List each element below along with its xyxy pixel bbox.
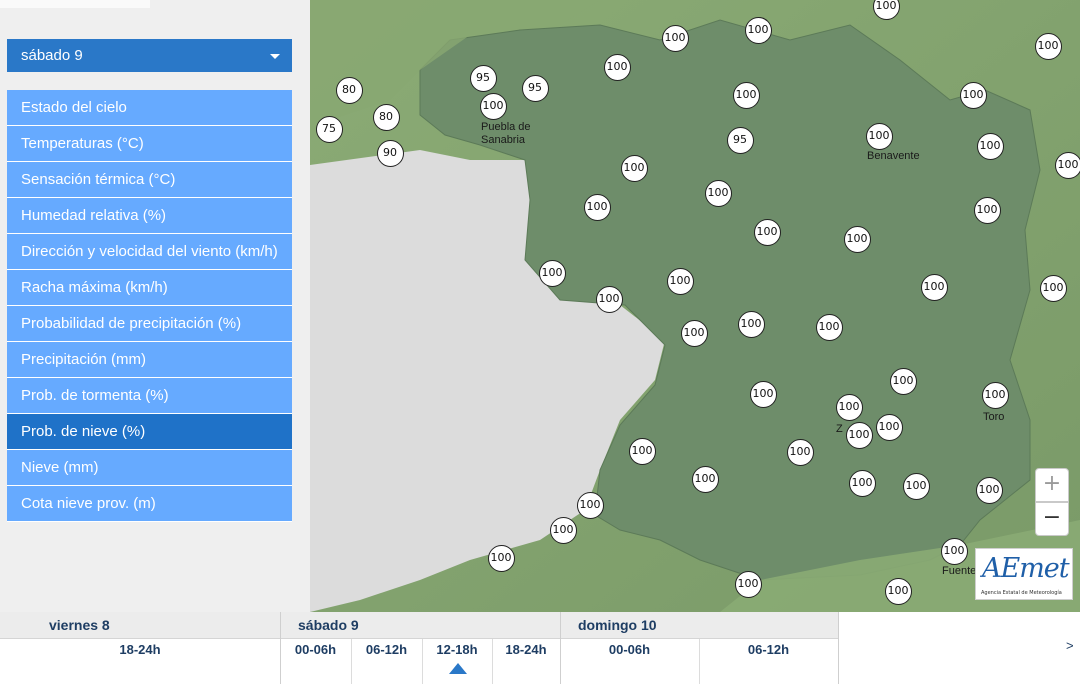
logo-subtitle: Agencia Estatal de Meteorología (981, 590, 1062, 596)
selected-slot-pointer-icon (449, 663, 467, 674)
day-label-domingo[interactable]: domingo 10 (578, 612, 657, 639)
snow-marker[interactable]: 100 (583, 193, 611, 221)
snow-marker[interactable]: 100 (973, 196, 1001, 224)
place-label-benavente: Benavente (867, 150, 920, 162)
snow-marker[interactable]: 100 (620, 154, 648, 182)
zoom-out-button[interactable]: − (1035, 502, 1069, 536)
menu-item-sensacion-termica[interactable]: Sensación térmica (°C) (7, 162, 292, 198)
variable-menu: Estado del cielo Temperaturas (°C) Sensa… (7, 90, 292, 522)
slot-sabado-00-06[interactable]: 00-06h (280, 640, 351, 660)
panel-top-strip (0, 0, 150, 8)
caret-down-icon (270, 54, 280, 59)
snow-marker[interactable]: 100 (872, 0, 900, 20)
menu-item-prob-nieve[interactable]: Prob. de nieve (%) (7, 414, 292, 450)
snow-marker[interactable]: 100 (786, 438, 814, 466)
snow-marker[interactable]: 100 (1054, 151, 1080, 179)
snow-marker[interactable]: 100 (1034, 32, 1062, 60)
snow-marker[interactable]: 100 (538, 259, 566, 287)
slot-sabado-12-18[interactable]: 12-18h (422, 640, 492, 660)
snow-marker[interactable]: 75 (315, 115, 343, 143)
snow-marker[interactable]: 95 (726, 126, 754, 154)
slot-viernes-18-24[interactable]: 18-24h (0, 640, 280, 660)
menu-item-temperaturas[interactable]: Temperaturas (°C) (7, 126, 292, 162)
menu-item-humedad-relativa[interactable]: Humedad relativa (%) (7, 198, 292, 234)
snow-marker[interactable]: 100 (734, 570, 762, 598)
slot-sabado-18-24[interactable]: 18-24h (492, 640, 560, 660)
snow-marker[interactable]: 80 (372, 103, 400, 131)
snow-marker[interactable]: 100 (975, 476, 1003, 504)
menu-item-viento[interactable]: Dirección y velocidad del viento (km/h) (7, 234, 292, 270)
snow-marker[interactable]: 100 (753, 218, 781, 246)
zoom-in-button[interactable]: + (1035, 468, 1069, 502)
slot-domingo-00-06[interactable]: 00-06h (560, 640, 699, 660)
day-selector-value: sábado 9 (21, 47, 83, 64)
snow-marker[interactable]: 100 (479, 92, 507, 120)
snow-marker[interactable]: 100 (940, 537, 968, 565)
snow-marker[interactable]: 100 (666, 267, 694, 295)
day-header-row: viernes 8 sábado 9 domingo 10 (0, 612, 838, 639)
menu-item-prob-tormenta[interactable]: Prob. de tormenta (%) (7, 378, 292, 414)
snow-marker[interactable]: 100 (680, 319, 708, 347)
logo-text: AEmet (982, 553, 1070, 584)
snow-marker[interactable]: 100 (875, 413, 903, 441)
snow-marker[interactable]: 95 (521, 74, 549, 102)
snow-marker[interactable]: 100 (959, 81, 987, 109)
snow-marker[interactable]: 100 (845, 421, 873, 449)
snow-marker[interactable]: 100 (920, 273, 948, 301)
slot-sabado-06-12[interactable]: 06-12h (351, 640, 422, 660)
menu-item-nieve[interactable]: Nieve (mm) (7, 450, 292, 486)
snow-marker[interactable]: 100 (749, 380, 777, 408)
menu-item-racha-maxima[interactable]: Racha máxima (km/h) (7, 270, 292, 306)
place-label-fuentesauco: Fuente (942, 565, 977, 577)
snow-marker[interactable]: 100 (549, 516, 577, 544)
snow-marker[interactable]: 100 (981, 381, 1009, 409)
snow-marker[interactable]: 100 (595, 285, 623, 313)
snow-marker[interactable]: 100 (691, 465, 719, 493)
snow-marker[interactable]: 95 (469, 64, 497, 92)
snow-marker[interactable]: 80 (335, 76, 363, 104)
day-divider (838, 612, 839, 684)
next-arrow-icon[interactable]: > (1066, 638, 1074, 653)
menu-item-estado-cielo[interactable]: Estado del cielo (7, 90, 292, 126)
snow-marker[interactable]: 100 (865, 122, 893, 150)
menu-item-prob-precipitacion[interactable]: Probabilidad de precipitación (%) (7, 306, 292, 342)
aemet-logo[interactable]: AEmet Agencia Estatal de Meteorología (975, 548, 1073, 600)
snow-marker[interactable]: 100 (603, 53, 631, 81)
snow-marker[interactable]: 100 (843, 225, 871, 253)
snow-marker[interactable]: 90 (376, 139, 404, 167)
slot-domingo-06-12[interactable]: 06-12h (699, 640, 838, 660)
menu-item-cota-nieve[interactable]: Cota nieve prov. (m) (7, 486, 292, 522)
place-label-zamora: Z (836, 423, 843, 435)
snow-marker[interactable]: 100 (661, 24, 689, 52)
snow-marker[interactable]: 100 (889, 367, 917, 395)
place-label-toro: Toro (983, 411, 1005, 423)
snow-marker[interactable]: 100 (737, 310, 765, 338)
snow-marker[interactable]: 100 (902, 472, 930, 500)
day-label-viernes[interactable]: viernes 8 (49, 612, 110, 639)
snow-marker[interactable]: 100 (576, 491, 604, 519)
snow-marker[interactable]: 100 (732, 81, 760, 109)
snow-marker[interactable]: 100 (1039, 274, 1067, 302)
snow-marker[interactable]: 100 (744, 16, 772, 44)
variable-panel: sábado 9 Estado del cielo Temperaturas (… (0, 0, 310, 612)
snow-marker[interactable]: 100 (487, 544, 515, 572)
snow-marker[interactable]: 100 (815, 313, 843, 341)
day-label-sabado[interactable]: sábado 9 (298, 612, 359, 639)
time-slider: viernes 8 sábado 9 domingo 10 18-24h 00-… (0, 612, 1080, 684)
place-label-puebla-de-sanabria: Puebla de Sanabria (481, 121, 531, 146)
menu-item-precipitacion[interactable]: Precipitación (mm) (7, 342, 292, 378)
snow-marker[interactable]: 100 (835, 393, 863, 421)
snow-marker[interactable]: 100 (884, 577, 912, 605)
snow-marker[interactable]: 100 (848, 469, 876, 497)
day-selector[interactable]: sábado 9 (7, 39, 292, 72)
snow-marker[interactable]: 100 (976, 132, 1004, 160)
snow-marker[interactable]: 100 (628, 437, 656, 465)
snow-marker[interactable]: 100 (704, 179, 732, 207)
